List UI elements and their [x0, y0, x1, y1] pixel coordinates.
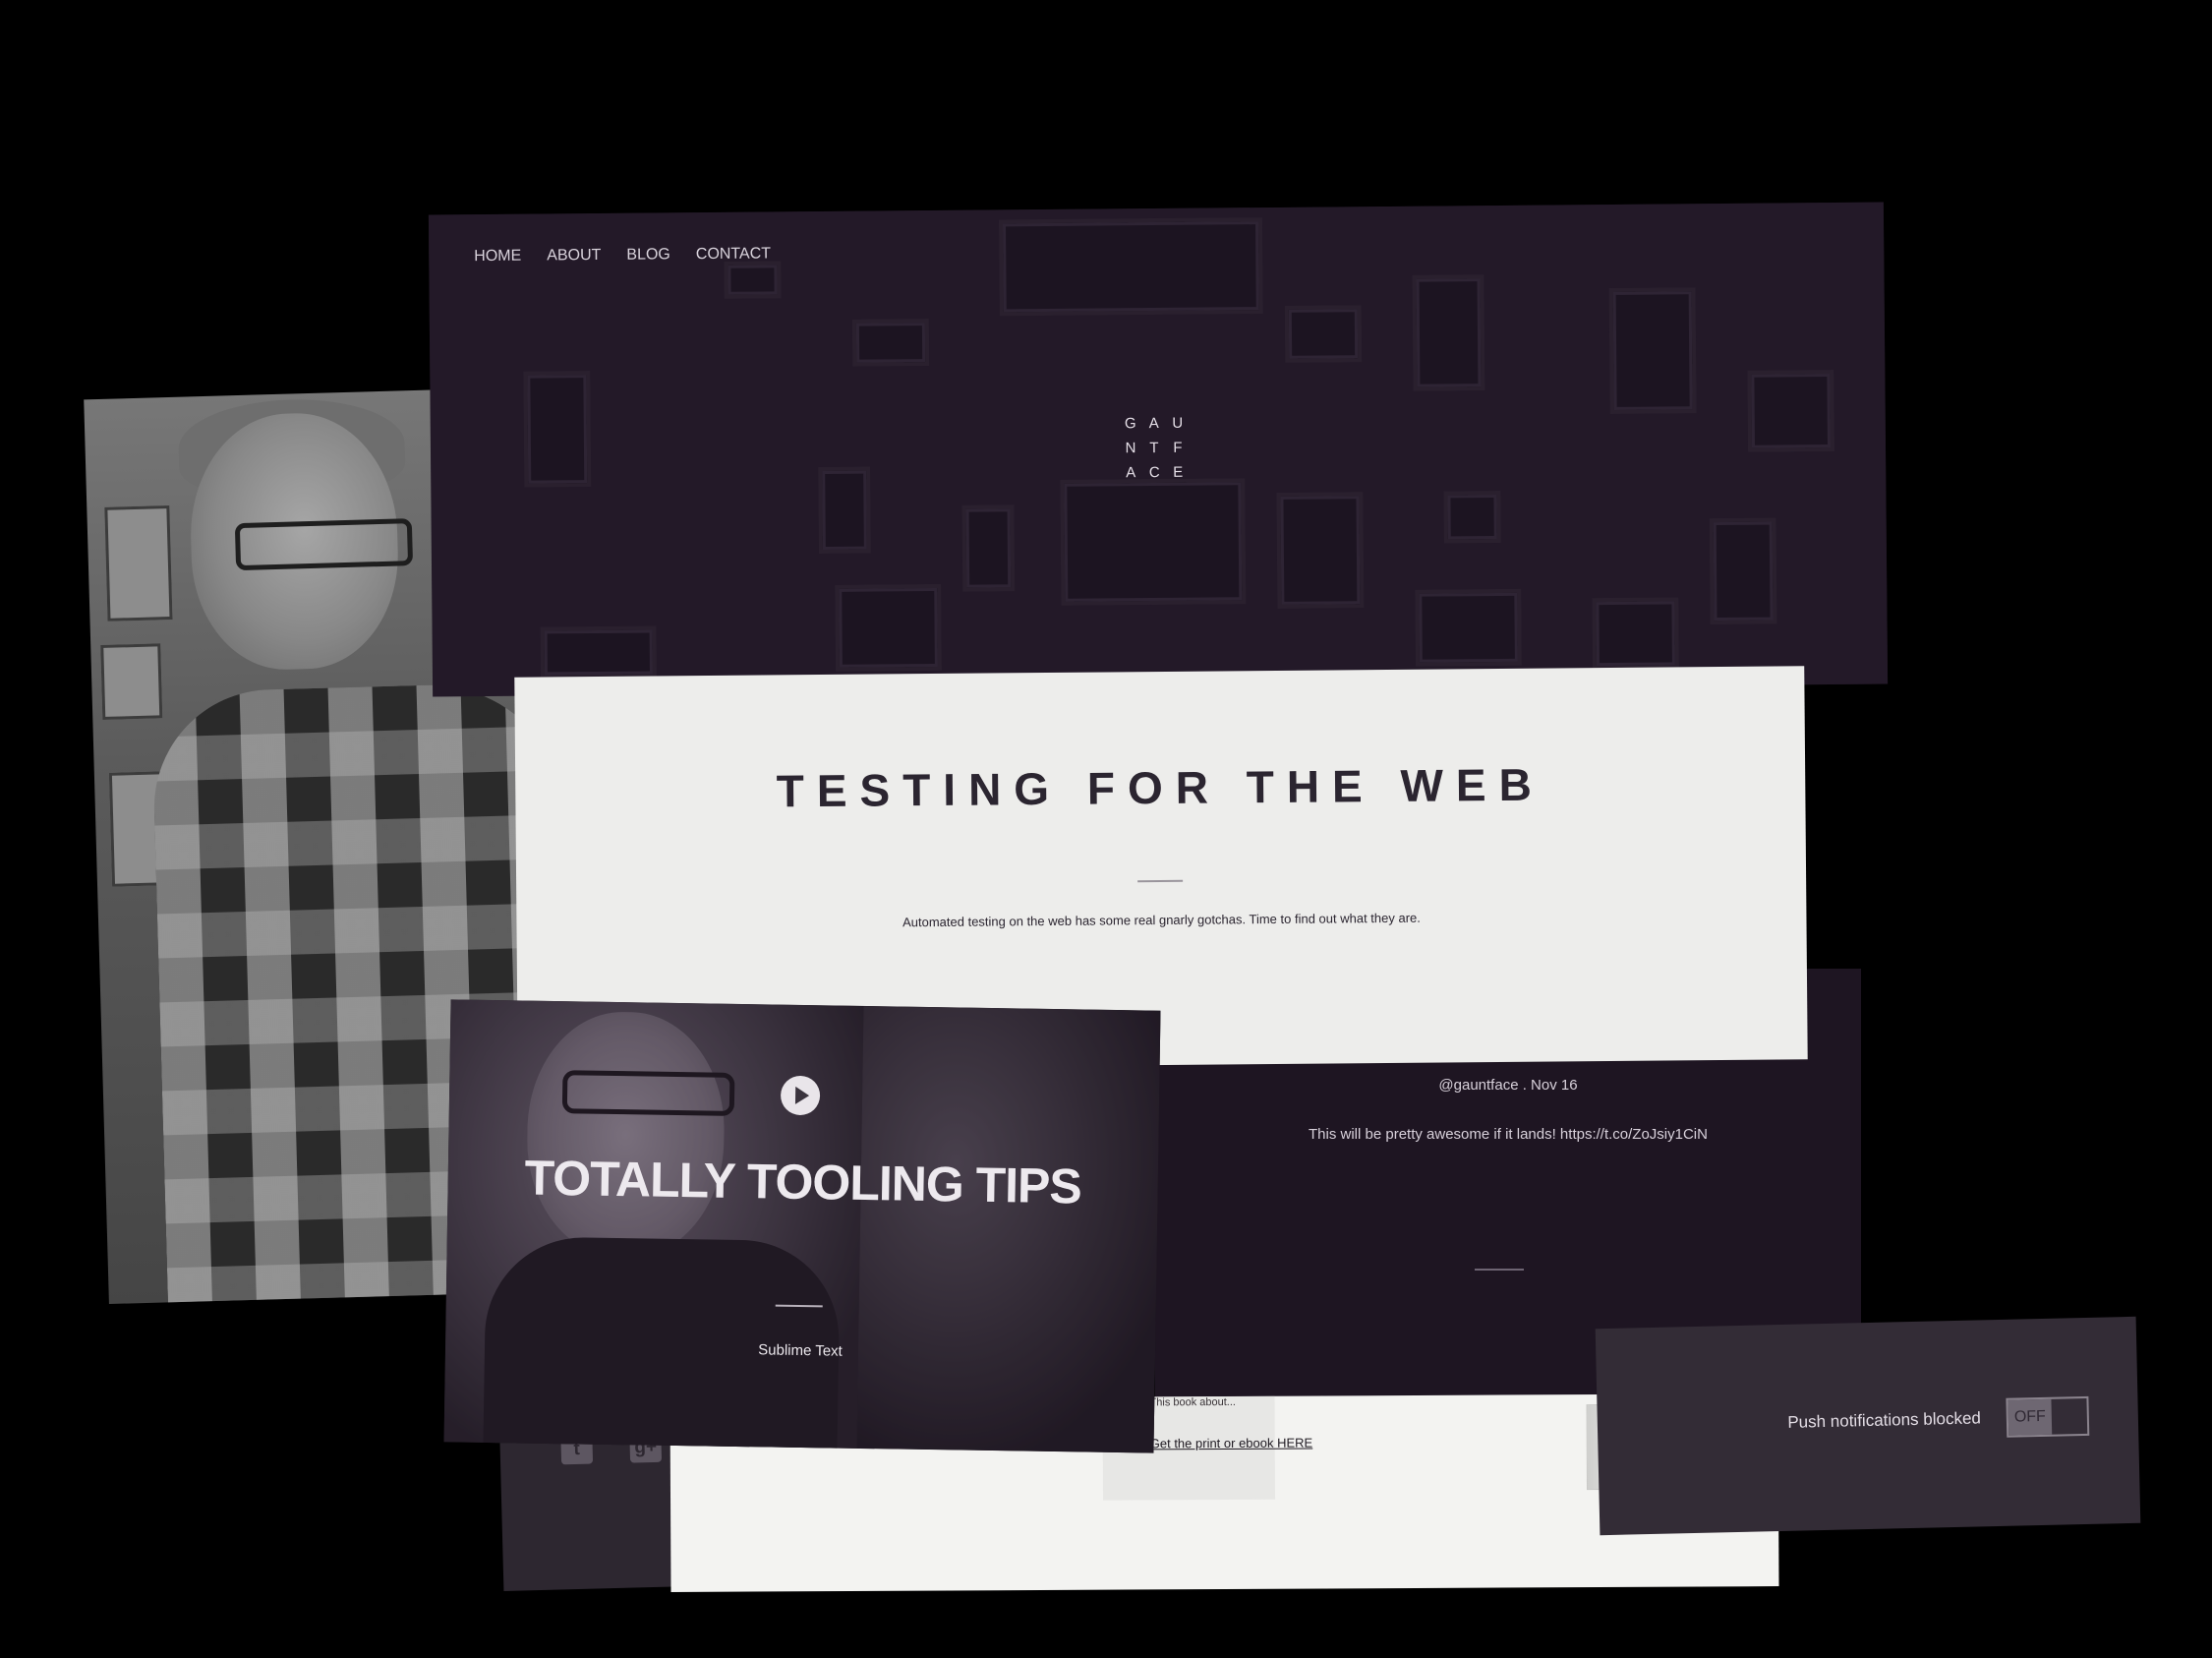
wall-device — [100, 643, 163, 720]
logo-letter: A — [1148, 414, 1159, 433]
push-toggle[interactable]: OFF — [2006, 1395, 2090, 1438]
logo-letter: F — [1173, 439, 1183, 456]
push-notifications-card: Push notifications blocked OFF — [1595, 1316, 2141, 1536]
nav-blog[interactable]: BLOG — [626, 246, 670, 264]
nav-home[interactable]: HOME — [474, 248, 521, 266]
glasses-shape — [234, 518, 414, 571]
logo-letter: A — [1126, 464, 1136, 482]
logo-letter: U — [1172, 414, 1184, 432]
hero-header: HOME ABOUT BLOG CONTACT G A U N T F A C … — [428, 202, 1889, 697]
nav-contact[interactable]: CONTACT — [696, 245, 771, 264]
book-link[interactable]: Get the print or ebook HERE — [1150, 1436, 1313, 1451]
logo-letter: C — [1148, 463, 1160, 482]
toggle-off-label: OFF — [2008, 1398, 2053, 1436]
divider — [1137, 879, 1184, 883]
main-nav: HOME ABOUT BLOG CONTACT — [474, 245, 771, 266]
gauntface-logo[interactable]: G A U N T F A C E — [1119, 415, 1189, 482]
video-title: TOTALLY TOOLING TIPS — [524, 1150, 1082, 1214]
logo-letter: E — [1173, 463, 1184, 481]
article-description: Automated testing on the web has some re… — [902, 910, 1421, 930]
tweet-meta: @gauntface . Nov 16 — [1438, 1077, 1578, 1094]
push-label: Push notifications blocked — [1787, 1408, 1982, 1432]
nav-about[interactable]: ABOUT — [547, 247, 601, 265]
logo-letter: T — [1149, 439, 1159, 457]
logo-letter: N — [1125, 440, 1136, 457]
divider — [1475, 1269, 1524, 1271]
wall-device — [104, 505, 173, 622]
tweet-text: This will be pretty awesome if it lands!… — [1309, 1126, 1708, 1143]
book-blurb: This book about... — [1149, 1395, 1237, 1409]
video-card[interactable]: TOTALLY TOOLING TIPS Sublime Text — [443, 999, 1161, 1453]
logo-letter: G — [1124, 415, 1136, 433]
article-title: TESTING FOR THE WEB — [776, 758, 1545, 817]
